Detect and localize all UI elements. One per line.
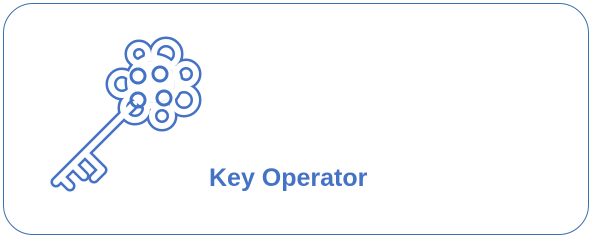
key-icon — [50, 36, 202, 192]
card-title: Key Operator — [209, 164, 368, 192]
key-operator-card: Key Operator — [3, 3, 589, 235]
